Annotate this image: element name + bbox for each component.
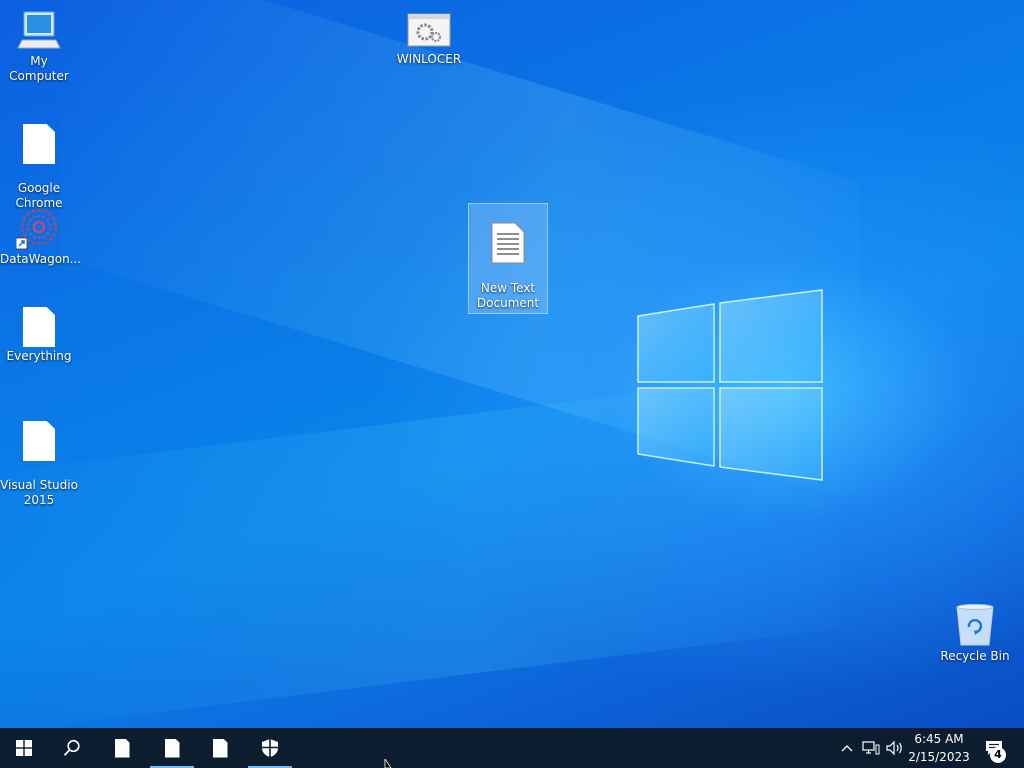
windows-start-icon — [16, 740, 32, 756]
shield-icon — [262, 739, 278, 757]
notification-count-badge: 4 — [990, 747, 1006, 763]
blank-file-icon — [23, 124, 55, 164]
network-icon — [862, 741, 880, 755]
desktop-icon-everything[interactable]: Everything — [0, 307, 78, 364]
settings-window-icon — [407, 13, 451, 47]
desktop-icon-new-text-document[interactable]: New Text Document — [468, 203, 548, 314]
chevron-up-icon — [841, 745, 853, 752]
desktop-icon-label: New Text Document — [476, 281, 540, 310]
windows-logo-wallpaper — [637, 289, 823, 481]
blank-file-icon — [23, 307, 55, 347]
search-button[interactable] — [48, 728, 96, 768]
volume-icon — [886, 740, 902, 756]
desktop-icon-recycle-bin[interactable]: Recycle Bin — [936, 603, 1014, 664]
taskbar-app-windows-security[interactable] — [246, 728, 294, 768]
desktop-icon-visual-studio-2015[interactable]: Visual Studio 2015 — [0, 406, 78, 508]
desktop-icon-label: My Computer — [9, 54, 69, 83]
desktop-icon-my-computer[interactable]: My Computer — [0, 10, 78, 84]
volume-button[interactable] — [884, 728, 906, 768]
computer-icon — [17, 11, 61, 49]
recycle-bin-icon — [956, 604, 994, 646]
taskbar-app-document-1[interactable] — [98, 728, 146, 768]
document-icon — [114, 738, 130, 758]
desktop-icon-winlocer[interactable]: WINLOCER — [390, 12, 468, 67]
desktop-icon-label: Everything — [6, 349, 72, 363]
desktop-icon-datawagon[interactable]: DataWagon... — [0, 206, 82, 267]
desktop-icon-label: DataWagon... — [0, 252, 82, 266]
taskbar-app-document-3[interactable] — [196, 728, 244, 768]
taskbar: 6:45 AM 2/15/2023 — [0, 728, 1024, 768]
datawagon-app-icon — [16, 208, 58, 250]
text-document-icon — [491, 222, 525, 264]
desktop-icon-google-chrome[interactable]: Google Chrome — [0, 109, 78, 211]
clock-time: 6:45 AM — [914, 732, 964, 746]
document-icon — [164, 738, 180, 758]
document-icon — [212, 738, 228, 758]
clock-date: 2/15/2023 — [908, 750, 970, 764]
clock-button[interactable]: 6:45 AM 2/15/2023 — [904, 730, 974, 766]
network-button[interactable] — [860, 728, 882, 768]
desktop-icon-label: Recycle Bin — [940, 649, 1010, 663]
taskbar-app-document-2[interactable] — [148, 728, 196, 768]
desktop-icon-label: Visual Studio 2015 — [0, 478, 78, 507]
blank-file-icon — [23, 421, 55, 461]
start-button[interactable] — [0, 728, 48, 768]
mouse-cursor-icon — [384, 759, 392, 768]
search-icon — [63, 739, 80, 756]
desktop-icon-label: WINLOCER — [396, 52, 462, 66]
show-hidden-icons-button[interactable] — [838, 728, 856, 768]
